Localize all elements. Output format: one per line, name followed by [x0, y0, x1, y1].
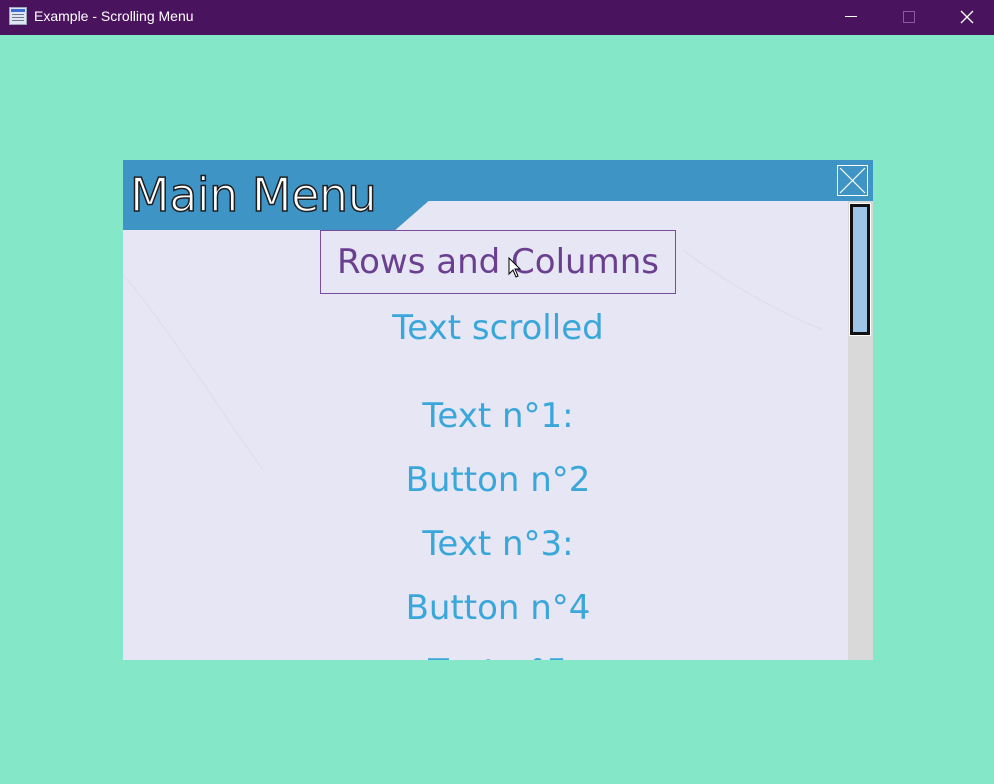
text-scrolled-label: Text scrolled — [392, 308, 604, 348]
minimize-icon — [845, 16, 857, 17]
minimize-button[interactable] — [822, 0, 880, 35]
menu-close-button[interactable] — [837, 165, 868, 196]
text-1-label: Text n°1: — [422, 396, 574, 436]
maximize-button[interactable] — [880, 0, 938, 35]
application-window-icon[interactable] — [9, 7, 27, 25]
mouse-cursor-icon — [508, 257, 522, 278]
menu-scrollbar-thumb[interactable] — [850, 204, 870, 335]
menu-title: Main Menu — [129, 167, 377, 223]
window-close-button[interactable] — [938, 0, 994, 35]
button-2[interactable]: Button n°2 — [123, 458, 873, 502]
window-title: Example - Scrolling Menu — [34, 8, 194, 24]
text-3-label: Text n°3: — [422, 524, 574, 564]
button-4[interactable]: Button n°4 — [123, 586, 873, 630]
menu-scrollbar-track[interactable] — [848, 201, 873, 660]
scrolling-menu-panel[interactable]: Main Menu Rows and Columns Text scrolled… — [123, 160, 873, 660]
close-icon — [839, 167, 866, 194]
text-5-label: Text n°5 — [123, 650, 873, 660]
rows-and-columns-button[interactable]: Rows and Columns — [320, 230, 676, 294]
window-titlebar[interactable]: Example - Scrolling Menu — [0, 0, 994, 35]
maximize-icon — [903, 11, 915, 23]
close-icon — [960, 10, 974, 24]
